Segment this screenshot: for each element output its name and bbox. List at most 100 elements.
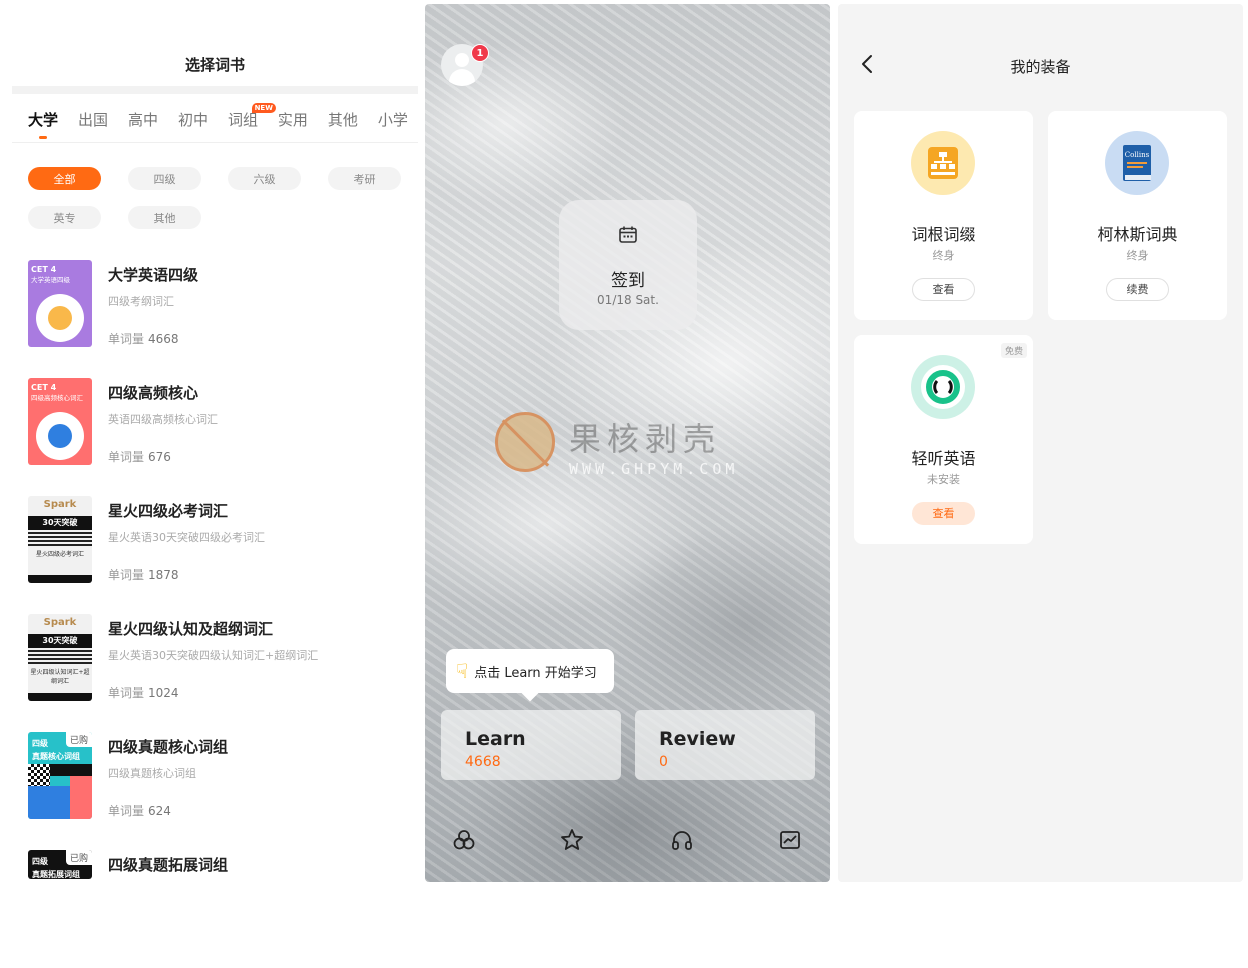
count-value: 676 xyxy=(148,450,171,464)
tooltip-text: 点击 Learn 开始学习 xyxy=(474,665,597,681)
headphones-icon[interactable] xyxy=(669,827,695,853)
book-name: 四级真题核心词组 xyxy=(108,738,229,756)
learn-label: Learn xyxy=(465,728,526,750)
star-icon[interactable] xyxy=(559,827,585,853)
filter-other[interactable]: 其他 xyxy=(128,206,201,229)
filter-cet6[interactable]: 六级 xyxy=(228,167,301,190)
book-item[interactable]: CET 4 四级高频核心词汇 四级高频核心 英语四级高频核心词汇 单词量 676 xyxy=(28,378,418,496)
collins-dictionary-icon: Collins xyxy=(1105,131,1169,195)
count-label: 单词量 xyxy=(108,568,145,582)
bought-badge: 已购 xyxy=(65,850,92,865)
review-count: 0 xyxy=(659,754,668,770)
tab-phrases-label: 词组 xyxy=(227,111,258,129)
cover-tag: Spark xyxy=(43,617,77,628)
book-cover: 四级 真题核心词组 已购 xyxy=(28,732,92,819)
book-name: 星火四级认知及超纲词汇 xyxy=(108,620,274,638)
bottom-nav xyxy=(425,827,830,857)
signin-date: 01/18 Sat. xyxy=(597,293,659,307)
cover-subtitle: 大学英语四级 xyxy=(31,276,70,284)
tool-status: 终身 xyxy=(932,249,955,262)
signin-card[interactable]: 签到 01/18 Sat. xyxy=(559,200,697,330)
tab-practical[interactable]: 实用 xyxy=(278,109,308,130)
count-label: 单词量 xyxy=(108,686,145,700)
book-count: 单词量 1878 xyxy=(108,566,179,583)
tool-status: 终身 xyxy=(1126,249,1149,262)
watermark-url: WWW.GHPYM.COM xyxy=(569,460,739,478)
book-count: 单词量 624 xyxy=(108,802,171,819)
filter-cet4[interactable]: 四级 xyxy=(128,167,201,190)
watermark-text: 果核剥壳 xyxy=(569,420,722,458)
count-value: 624 xyxy=(148,804,171,818)
book-name: 星火四级必考词汇 xyxy=(108,502,229,520)
cover-subtitle: 四级高频核心词汇 xyxy=(31,394,83,402)
tab-university[interactable]: 大学 xyxy=(28,109,58,139)
cover-tag: Spark xyxy=(43,499,77,510)
tab-primary[interactable]: 小学 xyxy=(378,109,408,130)
book-desc: 四级真题核心词组 xyxy=(108,767,196,780)
filter-postgrad[interactable]: 考研 xyxy=(328,167,401,190)
learn-tooltip: ☟ 点击 Learn 开始学习 xyxy=(446,649,614,693)
tool-card-listening[interactable]: 免费 轻听英语 未安装 查看 xyxy=(854,335,1033,544)
tool-card-roots[interactable]: 词根词缀 终身 查看 xyxy=(854,111,1033,320)
book-item[interactable]: Spark 30天突破 星火四级认知词汇+超纲词汇 星火四级认知及超纲词汇 星火… xyxy=(28,614,418,732)
apps-icon[interactable] xyxy=(451,827,477,853)
count-label: 单词量 xyxy=(108,804,145,818)
filter-all[interactable]: 全部 xyxy=(28,167,101,190)
book-desc: 星火英语30天突破四级必考词汇 xyxy=(108,531,265,544)
new-badge: NEW xyxy=(251,103,276,113)
choose-wordbook-panel: 选择词书 大学 出国 高中 初中 词组 NEW 实用 其他 小学 全部 四级 六级… xyxy=(0,0,425,887)
page-title: 我的装备 xyxy=(1010,58,1071,76)
book-item[interactable]: 四级 真题拓展词组 已购 四级真题拓展词组 xyxy=(28,850,418,968)
view-button[interactable]: 查看 xyxy=(912,278,975,301)
view-button[interactable]: 查看 xyxy=(912,502,975,525)
chart-icon[interactable] xyxy=(777,827,803,853)
book-count: 单词量 1024 xyxy=(108,684,179,701)
listening-app-icon xyxy=(911,355,975,419)
home-panel: 1 签到 01/18 Sat. 果核剥壳 WWW.GHPYM.COM ☟ 点击 … xyxy=(425,4,830,882)
cover-subtitle: 星火四级必考词汇 xyxy=(35,551,84,558)
cover-tag: 四级 xyxy=(32,857,48,866)
tab-phrases[interactable]: 词组 NEW xyxy=(227,103,276,130)
filter-chips: 全部 四级 六级 考研 英专 其他 xyxy=(28,167,404,229)
learn-button[interactable]: Learn 4668 xyxy=(441,710,621,780)
book-cover: CET 4 大学英语四级 xyxy=(28,260,92,347)
book-count: 单词量 676 xyxy=(108,448,171,465)
learn-count: 4668 xyxy=(465,754,501,770)
notification-badge: 1 xyxy=(471,44,489,62)
cover-subtitle: 真题拓展词组 xyxy=(32,870,80,879)
book-item[interactable]: CET 4 大学英语四级 大学英语四级 四级考纲词汇 单词量 4668 xyxy=(28,260,418,378)
book-desc: 星火英语30天突破四级认知词汇+超纲词汇 xyxy=(108,649,319,662)
cover-bar: 30天突破 xyxy=(28,516,92,530)
cover-tag: CET 4 xyxy=(31,265,57,274)
free-tag: 免费 xyxy=(1000,343,1027,358)
cover-subtitle: 星火四级认知词汇+超纲词汇 xyxy=(30,669,90,685)
tool-name: 词根词缀 xyxy=(911,225,976,244)
renew-button[interactable]: 续费 xyxy=(1106,278,1169,301)
tab-high-school[interactable]: 高中 xyxy=(128,109,158,130)
book-count: 单词量 4668 xyxy=(108,330,179,347)
tab-abroad[interactable]: 出国 xyxy=(78,109,108,130)
count-label: 单词量 xyxy=(108,450,145,464)
book-item[interactable]: Spark 30天突破 星火四级必考词汇 星火四级必考词汇 星火英语30天突破四… xyxy=(28,496,418,614)
cover-bar: 30天突破 xyxy=(28,634,92,648)
equipment-panel: 我的装备 词根词缀 终身 查看 Collins 柯林斯词典 终身 续费 免费 轻… xyxy=(838,4,1243,882)
tab-other[interactable]: 其他 xyxy=(328,109,358,130)
tab-divider xyxy=(12,142,418,143)
cover-tag: CET 4 xyxy=(31,383,57,392)
filter-english-major[interactable]: 英专 xyxy=(28,206,101,229)
pointing-hand-icon: ☟ xyxy=(456,659,469,683)
book-cover: Spark 30天突破 星火四级必考词汇 xyxy=(28,496,92,583)
tool-card-collins[interactable]: Collins 柯林斯词典 终身 续费 xyxy=(1048,111,1227,320)
book-list: CET 4 大学英语四级 大学英语四级 四级考纲词汇 单词量 4668 CET 4四… xyxy=(28,260,418,968)
cover-tag: 四级 xyxy=(32,739,48,748)
tab-junior-high[interactable]: 初中 xyxy=(178,109,208,130)
book-cover: CET 4 四级高频核心词汇 xyxy=(28,378,92,465)
book-name: 大学英语四级 xyxy=(108,266,199,284)
book-item[interactable]: 四级 真题核心词组 已购 四级真题核心词组 四级真题核心词组 单词量 624 xyxy=(28,732,418,850)
count-value: 1024 xyxy=(148,686,179,700)
tool-name: 柯林斯词典 xyxy=(1097,225,1178,244)
review-button[interactable]: Review 0 xyxy=(635,710,815,780)
count-label: 单词量 xyxy=(108,332,145,346)
book-name: 四级真题拓展词组 xyxy=(108,856,229,874)
book-name: 四级高频核心 xyxy=(108,384,199,402)
